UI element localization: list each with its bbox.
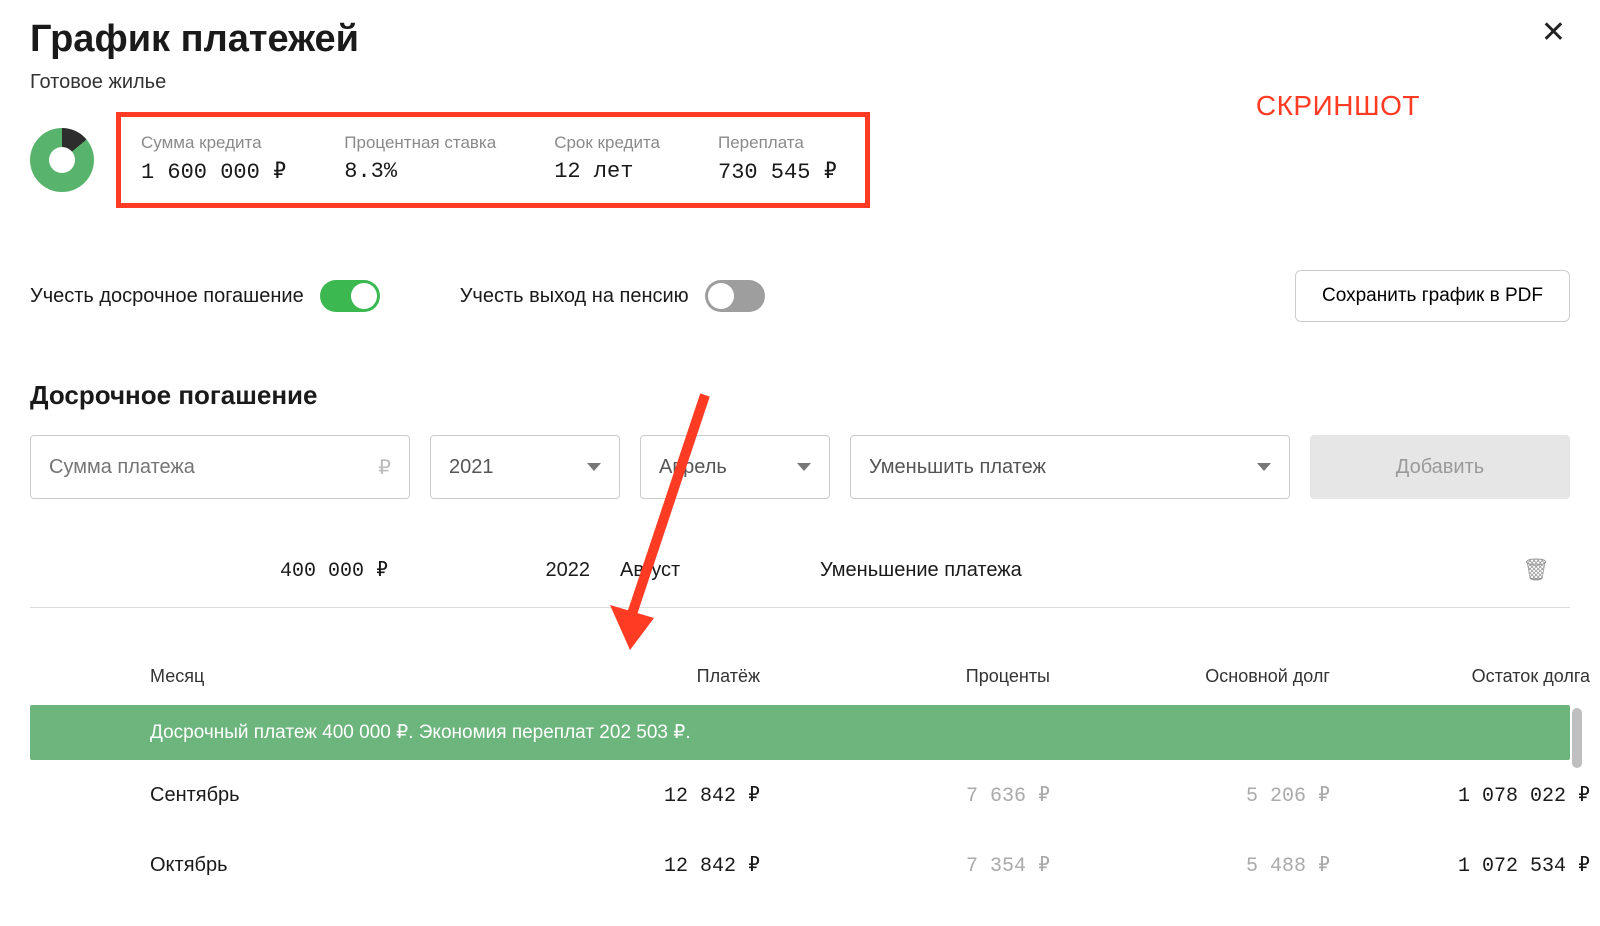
year-select[interactable]: 2021 [430, 435, 620, 499]
cell-month: Сентябрь [150, 784, 450, 807]
th-interest: Проценты [760, 666, 1050, 687]
annotation-arrow-icon [600, 390, 740, 670]
chevron-down-icon [587, 463, 601, 471]
payment-amount-input[interactable] [49, 456, 378, 479]
rate-value: 8.3% [344, 159, 496, 184]
toggle-early-label: Учесть досрочное погашение [30, 285, 304, 308]
th-month: Месяц [150, 666, 450, 687]
ruble-icon: ₽ [378, 455, 391, 480]
year-select-value: 2021 [449, 456, 494, 479]
loan-amount-label: Сумма кредита [141, 133, 286, 153]
toggle-early[interactable] [320, 280, 380, 312]
toggle-pension[interactable] [705, 280, 765, 312]
early-payment-banner: Досрочный платеж 400 000 ₽. Экономия пер… [30, 705, 1570, 760]
cell-principal: 5 488 ₽ [1050, 852, 1330, 878]
table-row: Сентябрь 12 842 ₽ 7 636 ₽ 5 206 ₽ 1 078 … [30, 760, 1570, 830]
cell-month: Октябрь [150, 854, 450, 877]
loan-amount-value: 1 600 000 ₽ [141, 159, 286, 185]
payments-table: Месяц Платёж Проценты Основной долг Оста… [30, 648, 1570, 900]
entry-year: 2022 [430, 559, 620, 582]
action-select[interactable]: Уменьшить платеж [850, 435, 1290, 499]
cell-principal: 5 206 ₽ [1050, 782, 1330, 808]
month-select[interactable]: Апрель [640, 435, 830, 499]
month-select-value: Апрель [659, 456, 727, 479]
loan-summary-highlight: Сумма кредита 1 600 000 ₽ Процентная ста… [116, 112, 870, 208]
cell-balance: 1 078 022 ₽ [1330, 782, 1590, 808]
payment-amount-field[interactable]: ₽ [30, 435, 410, 499]
scrollbar-thumb[interactable] [1572, 708, 1582, 768]
add-button[interactable]: Добавить [1310, 435, 1570, 499]
th-balance: Остаток долга [1330, 666, 1590, 687]
cell-payment: 12 842 ₽ [450, 782, 760, 808]
cell-payment: 12 842 ₽ [450, 852, 760, 878]
entry-amount: 400 000 ₽ [50, 557, 430, 583]
entry-month: Август [620, 559, 820, 582]
close-icon[interactable]: ✕ [1537, 18, 1570, 48]
chevron-down-icon [1257, 463, 1271, 471]
save-pdf-button[interactable]: Сохранить график в PDF [1295, 270, 1570, 322]
cell-balance: 1 072 534 ₽ [1330, 852, 1590, 878]
term-label: Срок кредита [554, 133, 660, 153]
action-select-value: Уменьшить платеж [869, 456, 1046, 479]
cell-interest: 7 354 ₽ [760, 852, 1050, 878]
annotation-screenshot-label: СКРИНШОТ [1256, 90, 1420, 122]
trash-icon[interactable]: 🗑 [1522, 557, 1550, 583]
th-payment: Платёж [450, 666, 760, 687]
cell-interest: 7 636 ₽ [760, 782, 1050, 808]
th-principal: Основной долг [1050, 666, 1330, 687]
donut-chart-icon [30, 128, 94, 192]
term-value: 12 лет [554, 159, 660, 184]
chevron-down-icon [797, 463, 811, 471]
table-row: Октябрь 12 842 ₽ 7 354 ₽ 5 488 ₽ 1 072 5… [30, 830, 1570, 900]
overpay-label: Переплата [718, 133, 837, 153]
early-repayment-title: Досрочное погашение [30, 380, 1570, 411]
early-payment-entry: 400 000 ₽ 2022 Август Уменьшение платежа… [30, 557, 1570, 608]
toggle-pension-label: Учесть выход на пенсию [460, 285, 689, 308]
rate-label: Процентная ставка [344, 133, 496, 153]
page-title: График платежей [30, 18, 359, 61]
entry-action: Уменьшение платежа [820, 559, 1522, 582]
overpay-value: 730 545 ₽ [718, 159, 837, 185]
